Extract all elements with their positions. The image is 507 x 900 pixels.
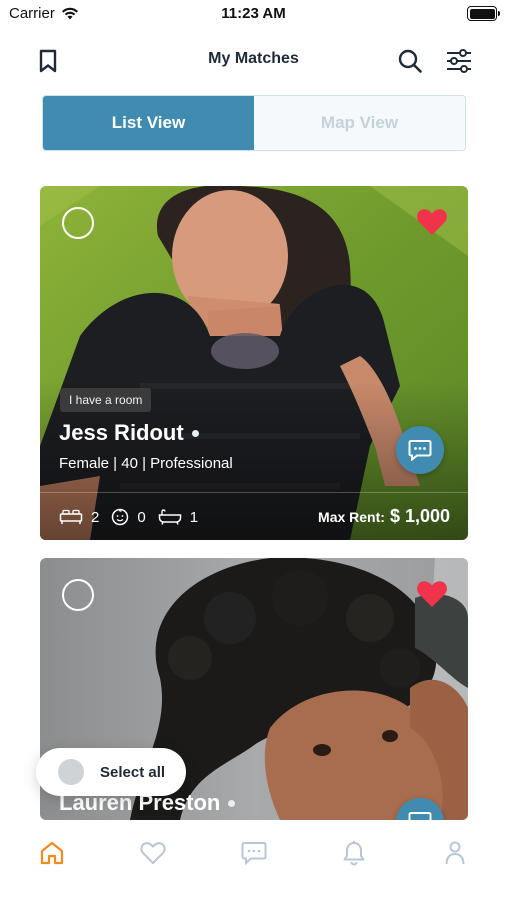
search-icon — [398, 49, 422, 73]
online-status-dot — [191, 429, 199, 437]
kids-stat: 0 — [111, 508, 146, 526]
chat-icon — [241, 842, 266, 865]
bathrooms-count: 1 — [189, 508, 199, 526]
profile-icon — [445, 841, 465, 865]
kids-count: 0 — [137, 508, 146, 526]
filter-sliders-icon — [447, 49, 471, 73]
filter-button[interactable] — [444, 46, 474, 76]
battery-icon — [467, 6, 500, 21]
select-all-label: Select all — [100, 763, 166, 781]
match-name: Jess Ridout — [59, 420, 184, 445]
chat-bubble-icon — [408, 440, 432, 461]
nav-bar: My Matches — [0, 38, 507, 84]
bathtub-icon — [158, 509, 181, 525]
list-view-tab[interactable]: List View — [43, 96, 254, 150]
status-bar: Carrier 11:23 AM — [0, 0, 507, 30]
bell-icon — [343, 841, 365, 866]
tab-profile[interactable] — [437, 820, 473, 886]
room-stats: 2 0 1 — [59, 508, 198, 526]
match-details: Female | 40 | Professional — [59, 455, 233, 472]
status-time: 11:23 AM — [221, 5, 286, 22]
select-all-checkbox — [58, 759, 84, 785]
map-view-tab[interactable]: Map View — [254, 96, 465, 150]
tab-notifications[interactable] — [336, 820, 372, 886]
max-rent: Max Rent: $ 1,000 — [318, 506, 450, 527]
online-status-dot — [228, 799, 236, 807]
select-match-checkbox[interactable] — [62, 207, 94, 239]
view-toggle: List View Map View — [42, 95, 466, 151]
tab-messages[interactable] — [236, 820, 272, 886]
baby-icon — [112, 508, 129, 526]
bed-icon — [59, 509, 83, 524]
max-rent-label: Max Rent: — [318, 509, 385, 525]
max-rent-value: $ 1,000 — [389, 506, 450, 526]
name-row: Jess Ridout — [59, 420, 199, 446]
message-button[interactable] — [396, 426, 444, 474]
heart-icon[interactable] — [416, 208, 448, 236]
search-button[interactable] — [395, 46, 425, 76]
bathrooms-stat: 1 — [158, 509, 198, 526]
bedrooms-stat: 2 — [59, 509, 99, 526]
heart-icon[interactable] — [416, 580, 448, 608]
room-status-badge: I have a room — [60, 388, 152, 412]
profile-photo — [40, 186, 468, 540]
page-title: My Matches — [208, 50, 299, 67]
match-card[interactable]: I have a room Jess Ridout Female | 40 | … — [40, 186, 468, 540]
home-icon — [40, 841, 64, 865]
chat-bubble-icon — [408, 812, 432, 820]
tab-bar — [0, 820, 507, 900]
bedrooms-count: 2 — [91, 508, 100, 526]
tab-home[interactable] — [34, 820, 70, 886]
select-match-checkbox[interactable] — [62, 579, 94, 611]
card-divider — [40, 492, 468, 493]
heart-icon — [140, 842, 166, 864]
select-all-button[interactable]: Select all — [36, 748, 186, 796]
tab-favorites[interactable] — [135, 820, 171, 886]
